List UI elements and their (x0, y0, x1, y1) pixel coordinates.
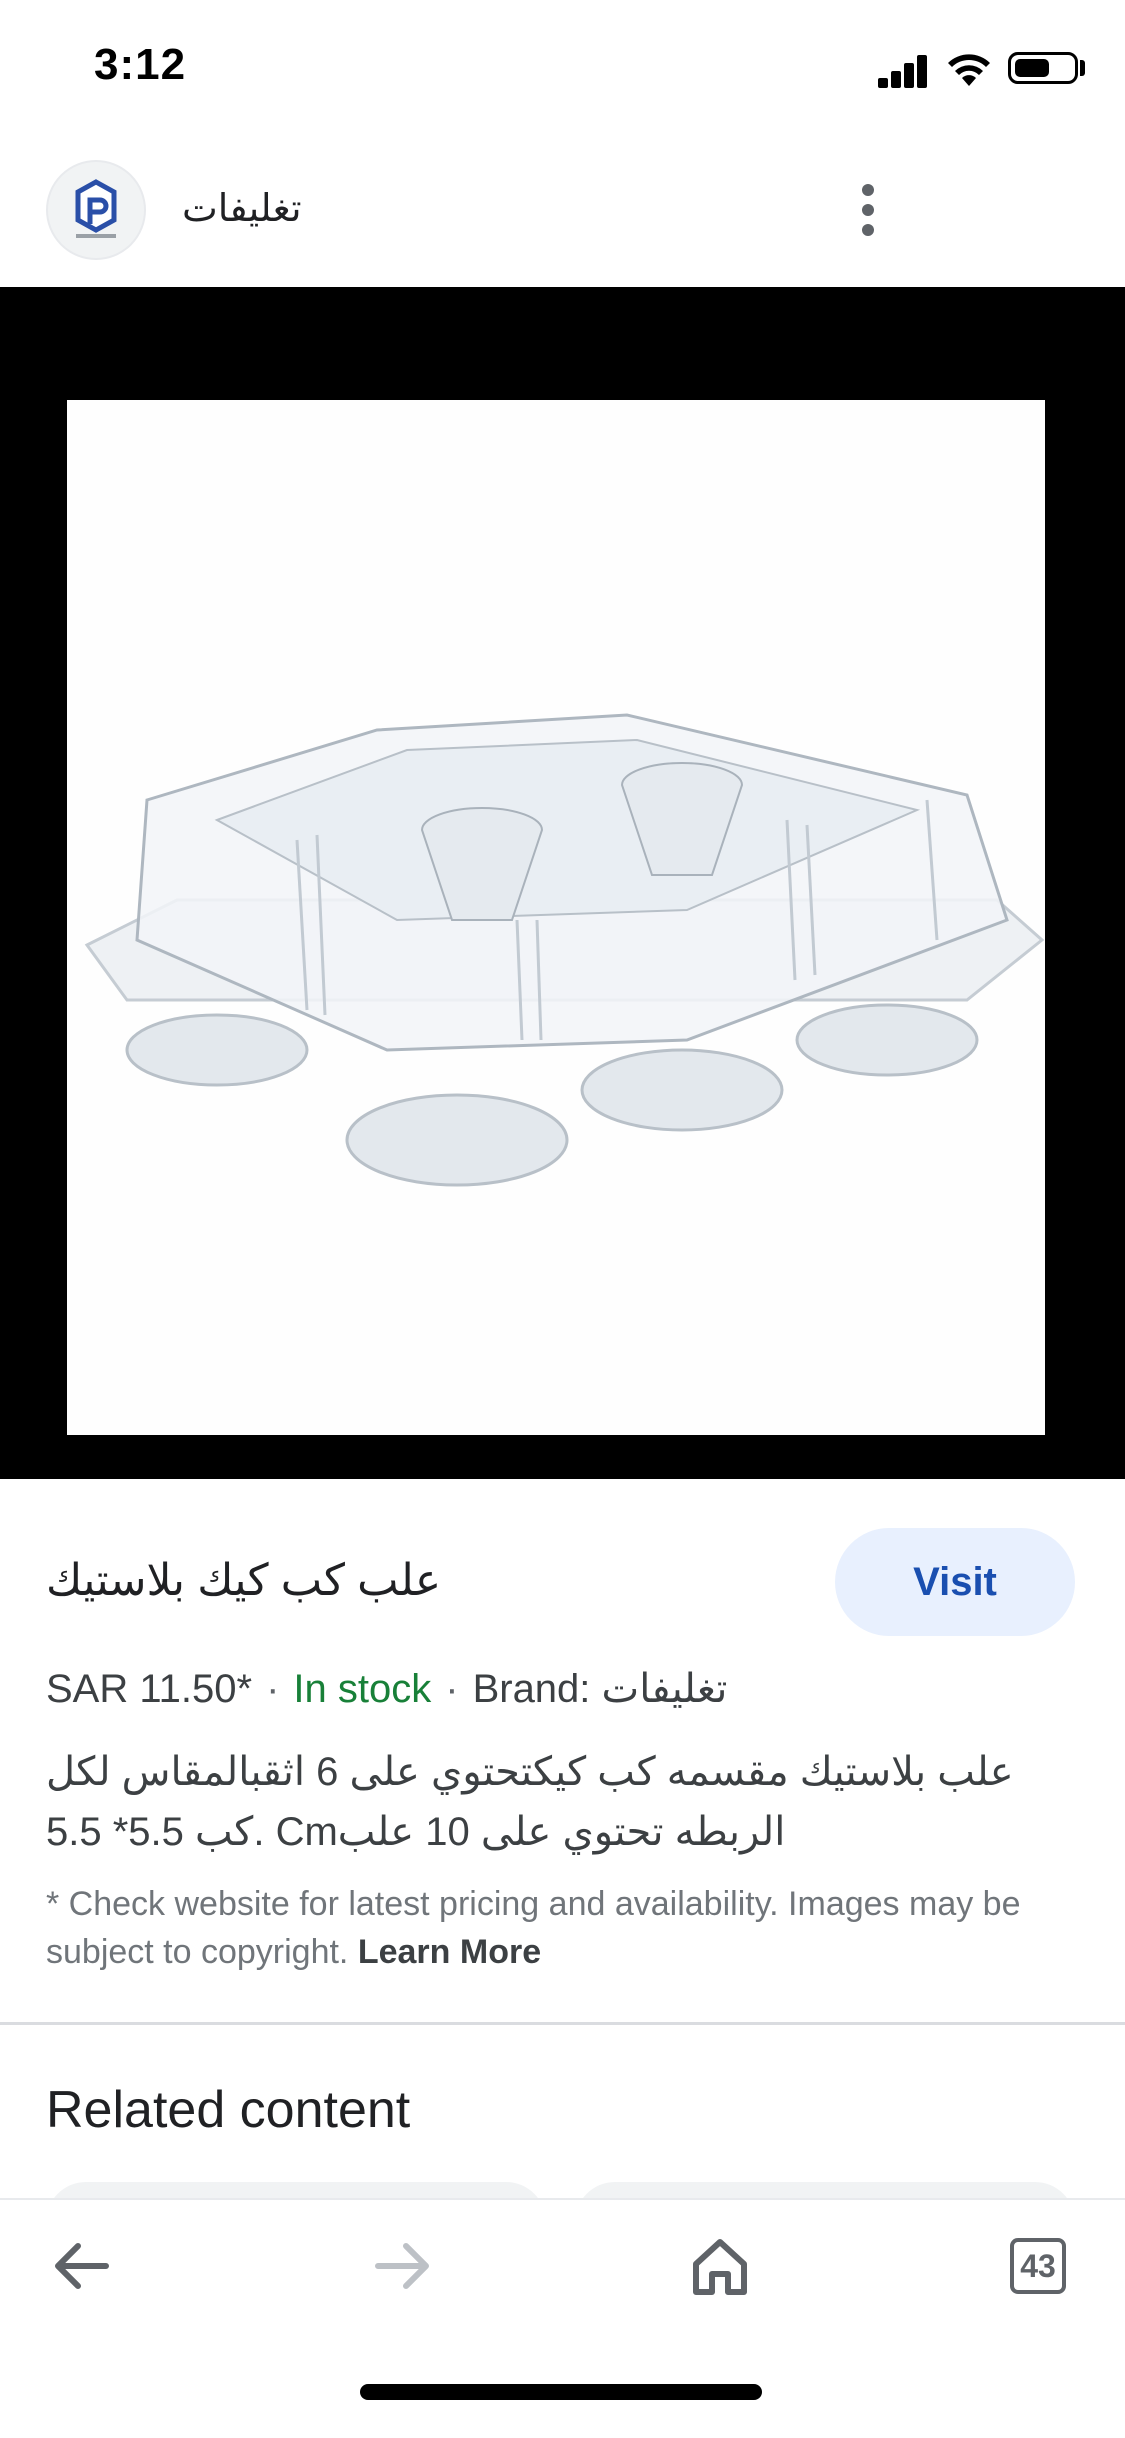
tab-switcher-button[interactable]: 43 (1010, 2238, 1066, 2294)
description-line: كب 5.5* 5.5. Cmالربطه تحتوي على 10 علب (46, 1810, 786, 1854)
home-icon[interactable] (690, 2236, 750, 2296)
bottom-toolbar (0, 2198, 1125, 2438)
home-indicator[interactable] (360, 2384, 762, 2400)
separator-dot: · (445, 1667, 459, 1711)
product-meta: SAR 11.50* · In stock · Brand: تغليفات (46, 1666, 727, 1712)
battery-level (1015, 59, 1049, 77)
product-title: علب كب كيك بلاستيك (46, 1556, 442, 1605)
site-name[interactable]: تغليفات (182, 186, 302, 231)
separator-dot: · (266, 1667, 280, 1711)
price: SAR 11.50* (46, 1667, 253, 1711)
wifi-icon (946, 50, 992, 90)
product-image[interactable] (67, 400, 1045, 1435)
more-vert-icon[interactable] (848, 180, 888, 240)
forward-arrow-icon[interactable] (372, 2240, 432, 2292)
stock-status: In stock (293, 1667, 432, 1711)
visit-button[interactable]: Visit (835, 1528, 1075, 1636)
battery-icon (1008, 52, 1078, 84)
divider (0, 2022, 1125, 2025)
learn-more-link[interactable]: Learn More (358, 1933, 541, 1971)
battery-tip (1080, 60, 1085, 76)
description-line: علب بلاستيك مقسمه كب كيكتحتوي على 6 اثقب… (46, 1750, 1014, 1794)
signal-icon (878, 54, 927, 88)
related-content-title: Related content (46, 2081, 411, 2139)
status-time: 3:12 (94, 40, 187, 89)
site-logo-icon[interactable] (46, 160, 146, 260)
product-description: علب بلاستيك مقسمه كب كيكتحتوي على 6 اثقب… (46, 1742, 1046, 1862)
brand: Brand: تغليفات (472, 1667, 728, 1711)
back-arrow-icon[interactable] (52, 2240, 112, 2292)
disclaimer: * Check website for latest pricing and a… (46, 1880, 1056, 1976)
